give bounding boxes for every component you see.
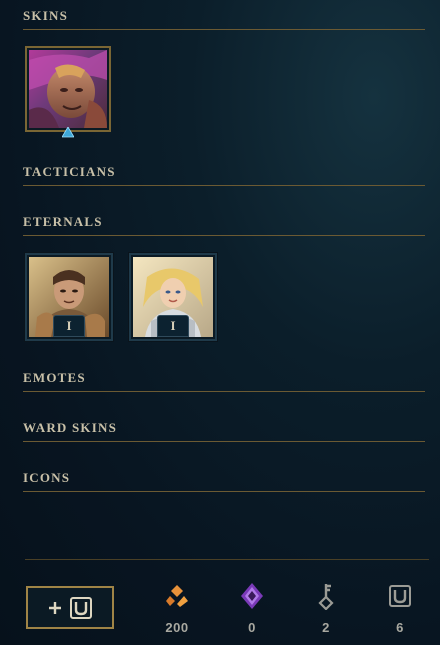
skins-section-title: SKINS xyxy=(23,8,69,23)
eternal-tile[interactable]: I xyxy=(25,253,113,341)
chest-icon xyxy=(389,585,411,607)
orange-essence-value: 200 xyxy=(165,620,189,635)
chest-icon xyxy=(70,596,92,619)
eternal-tile[interactable]: I xyxy=(129,253,217,341)
chest-value: 6 xyxy=(396,620,404,635)
mythic-essence-value: 0 xyxy=(248,620,256,635)
emotes-section-header: EMOTES xyxy=(23,370,425,392)
emotes-section-title: EMOTES xyxy=(23,370,86,385)
ward-skins-section-title: WARD SKINS xyxy=(23,420,117,435)
chest-counter: 6 xyxy=(370,582,430,635)
unlock-chest-button[interactable] xyxy=(26,586,114,629)
skin-portrait xyxy=(29,50,107,128)
mythic-essence-counter: 0 xyxy=(222,582,282,635)
icons-section-title: ICONS xyxy=(23,470,71,485)
mythic-essence-icon xyxy=(241,583,263,609)
eternal-level-badge: I xyxy=(157,315,189,337)
tacticians-section-title: TACTICIANS xyxy=(23,164,116,179)
key-fragment-value: 2 xyxy=(322,620,330,635)
footer-divider xyxy=(25,559,429,560)
eternals-section-title: ETERNALS xyxy=(23,214,103,229)
icons-section-header: ICONS xyxy=(23,470,425,492)
orange-essence-counter: 200 xyxy=(147,582,207,635)
plus-icon xyxy=(49,601,61,614)
tacticians-section-header: TACTICIANS xyxy=(23,164,425,186)
blue-gem-icon xyxy=(62,127,74,138)
ward-skins-section-header: WARD SKINS xyxy=(23,420,425,442)
key-fragment-icon xyxy=(318,584,334,610)
orange-essence-icon xyxy=(166,585,188,607)
key-fragment-counter: 2 xyxy=(296,582,356,635)
eternal-level-badge: I xyxy=(53,315,85,337)
champion-skin-portrait-image xyxy=(29,50,107,128)
skin-tile[interactable] xyxy=(25,46,111,132)
eternals-section-header: ETERNALS xyxy=(23,214,425,236)
skins-section-header: SKINS xyxy=(23,8,425,30)
